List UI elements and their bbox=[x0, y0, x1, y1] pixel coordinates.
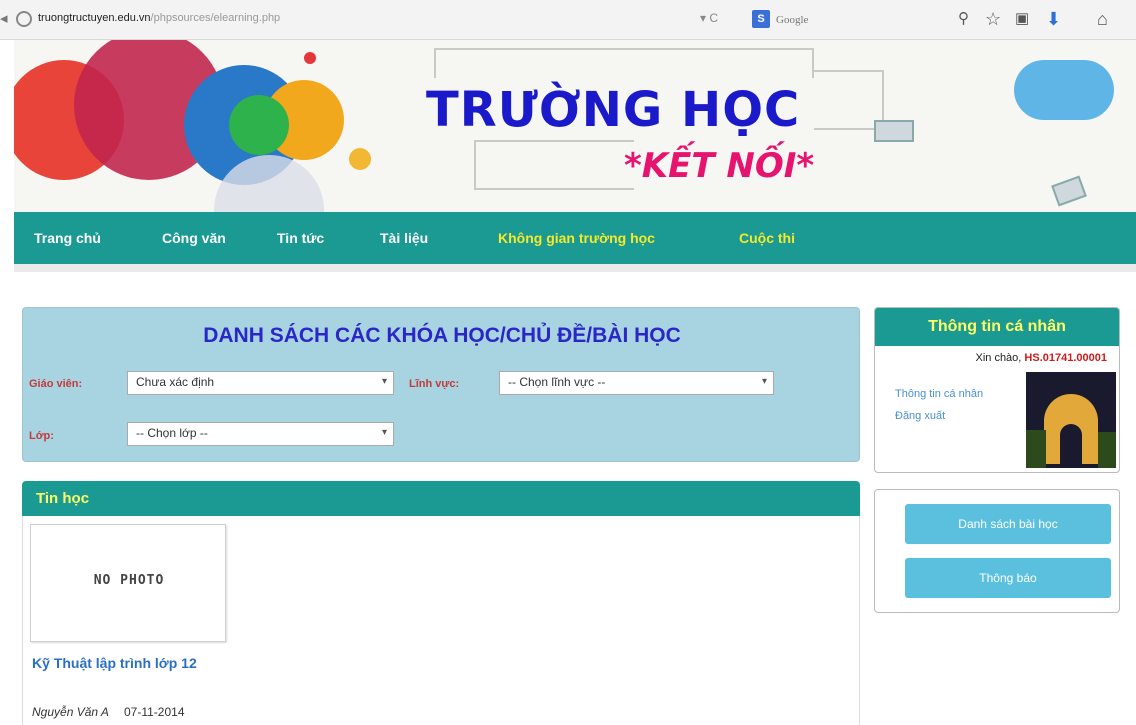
nav-item-trang-chu[interactable]: Trang chủ bbox=[34, 230, 101, 246]
nav-item-cong-van[interactable]: Công văn bbox=[162, 230, 226, 246]
avatar-tree bbox=[1026, 430, 1046, 468]
avatar-tree bbox=[1098, 432, 1116, 468]
chevron-down-icon: ▾ bbox=[381, 427, 387, 438]
class-select[interactable]: -- Chọn lớp -- ▾ bbox=[127, 422, 394, 446]
banner-decoration bbox=[229, 95, 289, 155]
teacher-select-value: Chưa xác định bbox=[136, 375, 215, 389]
greeting: Xin chào, HS.01741.00001 bbox=[975, 352, 1107, 364]
nav-item-cuoc-thi[interactable]: Cuộc thi bbox=[739, 230, 795, 246]
laptop-icon bbox=[874, 120, 914, 142]
banner-decoration bbox=[304, 52, 316, 64]
course-date: 07-11-2014 bbox=[124, 705, 185, 719]
banner-subtitle: *KẾT NỐI* bbox=[624, 146, 815, 186]
courses-title: DANH SÁCH CÁC KHÓA HỌC/CHỦ ĐỀ/BÀI HỌC bbox=[203, 324, 681, 347]
course-author: Nguyễn Văn A bbox=[32, 705, 109, 719]
back-icon[interactable]: ◂ bbox=[0, 8, 14, 30]
banner-decoration bbox=[349, 148, 371, 170]
teacher-select[interactable]: Chưa xác định ▾ bbox=[127, 371, 394, 395]
class-label: Lớp: bbox=[29, 430, 54, 442]
greeting-text: Xin chào, bbox=[975, 352, 1022, 364]
nav-item-khong-gian[interactable]: Không gian trường học bbox=[498, 230, 655, 246]
lessons-list-button[interactable]: Danh sách bài học bbox=[905, 504, 1111, 544]
cloud-icon bbox=[1014, 60, 1114, 120]
avatar-gate-arch bbox=[1060, 424, 1082, 464]
url-path: /phpsources/elearning.php bbox=[150, 12, 281, 24]
chevron-down-icon: ▾ bbox=[381, 376, 387, 387]
address-bar[interactable]: truongtructuyen.edu.vn/phpsources/elearn… bbox=[38, 12, 280, 24]
no-photo-text: NO PHOTO bbox=[93, 573, 165, 588]
profile-info-link[interactable]: Thông tin cá nhân bbox=[895, 388, 983, 400]
logout-link[interactable]: Đăng xuất bbox=[895, 410, 945, 422]
avatar bbox=[1026, 372, 1116, 468]
profile-card: Thông tin cá nhân Xin chào, HS.01741.000… bbox=[874, 307, 1120, 473]
notice-button[interactable]: Thông báo bbox=[905, 558, 1111, 598]
main-nav: Trang chủ Công văn Tin tức Tài liệu Khôn… bbox=[14, 212, 1136, 264]
browser-toolbar: ◂ truongtructuyen.edu.vn/phpsources/elea… bbox=[0, 0, 1136, 40]
course-title-link[interactable]: Kỹ Thuật lập trình lớp 12 bbox=[32, 654, 232, 672]
chevron-down-icon: ▾ bbox=[761, 376, 767, 387]
site-banner: TRƯỜNG HỌC *KẾT NỐI* bbox=[14, 40, 1136, 212]
subject-header: Tin học bbox=[22, 481, 860, 516]
home-icon[interactable]: ⌂ bbox=[1097, 9, 1108, 29]
circuit-decoration bbox=[474, 140, 634, 190]
star-icon[interactable]: ☆ bbox=[985, 9, 1001, 29]
tablet-icon bbox=[1051, 175, 1087, 207]
download-icon[interactable]: ⬇ bbox=[1046, 9, 1061, 29]
menu-card: Danh sách bài học Thông báo bbox=[874, 489, 1120, 613]
field-select-value: -- Chọn lĩnh vực -- bbox=[508, 375, 606, 389]
profile-header: Thông tin cá nhân bbox=[875, 308, 1119, 346]
nav-item-tai-lieu[interactable]: Tài liệu bbox=[380, 230, 428, 246]
teacher-label: Giáo viên: bbox=[29, 378, 83, 390]
search-box[interactable]: S bbox=[738, 7, 938, 33]
circuit-decoration bbox=[434, 48, 814, 78]
url-host: truongtructuyen.edu.vn bbox=[38, 12, 151, 24]
clipboard-icon[interactable]: ▣ bbox=[1015, 9, 1029, 29]
nav-item-tin-tuc[interactable]: Tin tức bbox=[277, 230, 324, 246]
subject-title: Tin học bbox=[36, 490, 90, 507]
divider bbox=[14, 264, 1136, 272]
course-thumbnail[interactable]: NO PHOTO bbox=[30, 524, 226, 642]
search-input[interactable] bbox=[776, 11, 926, 29]
user-id: HS.01741.00001 bbox=[1024, 352, 1107, 364]
field-label: Lĩnh vực: bbox=[409, 378, 460, 390]
globe-icon bbox=[16, 11, 32, 27]
search-icon[interactable]: ⚲ bbox=[958, 9, 969, 29]
search-engine-icon[interactable]: S bbox=[752, 10, 770, 28]
class-select-value: -- Chọn lớp -- bbox=[136, 426, 208, 440]
reload-icon[interactable]: ▾ C bbox=[700, 11, 718, 25]
banner-title: TRƯỜNG HỌC bbox=[426, 82, 801, 138]
field-select[interactable]: -- Chọn lĩnh vực -- ▾ bbox=[499, 371, 774, 395]
courses-filter-panel: DANH SÁCH CÁC KHÓA HỌC/CHỦ ĐỀ/BÀI HỌC Gi… bbox=[22, 307, 860, 462]
